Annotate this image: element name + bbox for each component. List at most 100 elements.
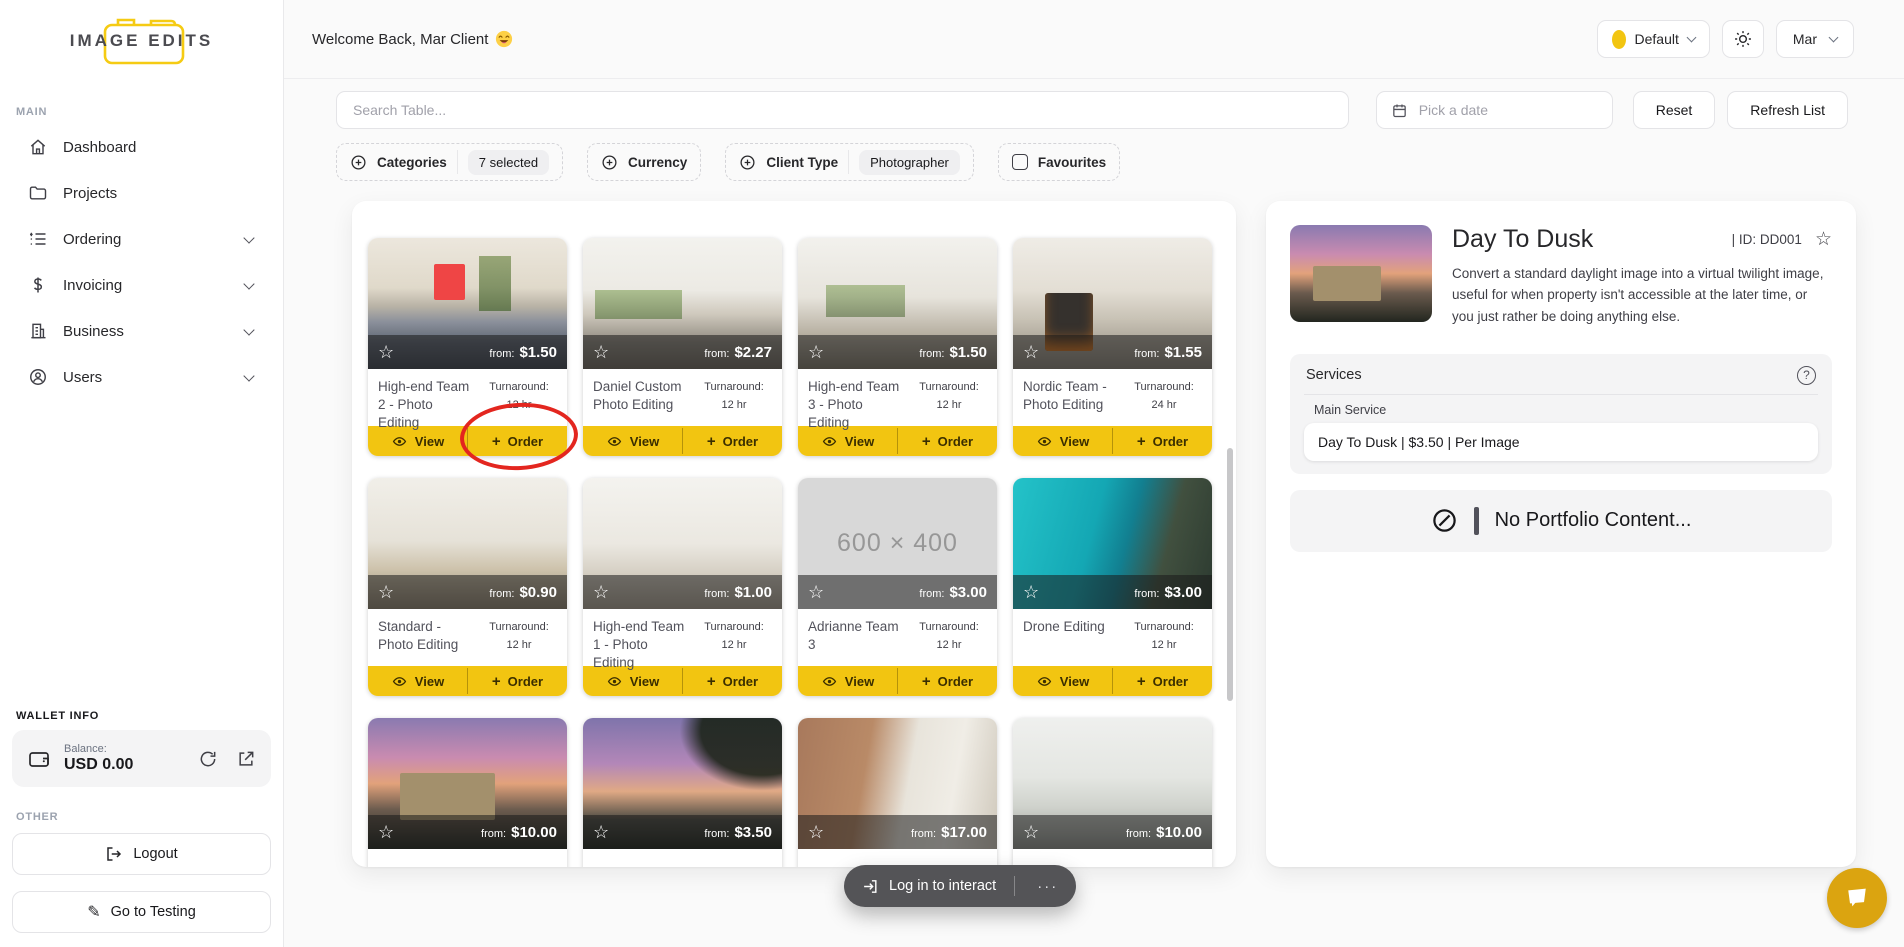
service-card-9[interactable]: ☆from:$10.00View+Order xyxy=(368,718,567,867)
login-to-interact-pill[interactable]: Log in to interact ··· xyxy=(844,865,1076,907)
view-button[interactable]: View xyxy=(1013,666,1112,696)
view-button[interactable]: View xyxy=(1013,426,1112,456)
service-cards-grid: ☆from:$1.50High-end Team 2 - Photo Editi… xyxy=(352,201,1236,867)
turnaround-label: Turnaround: xyxy=(919,381,979,393)
service-card-3[interactable]: ☆from:$1.50High-end Team 3 - Photo Editi… xyxy=(798,238,997,456)
welcome-emoji xyxy=(495,30,513,48)
order-button[interactable]: +Order xyxy=(683,426,782,456)
favourite-star-icon[interactable]: ☆ xyxy=(593,583,609,601)
view-button[interactable]: View xyxy=(368,426,467,456)
search-input[interactable] xyxy=(336,91,1349,129)
grid-scrollbar[interactable] xyxy=(1227,448,1233,701)
order-button[interactable]: +Order xyxy=(468,666,567,696)
more-options-button[interactable]: ··· xyxy=(1029,878,1066,895)
view-button[interactable]: View xyxy=(583,426,682,456)
user-menu-dropdown[interactable]: Mar xyxy=(1776,20,1854,58)
view-button[interactable]: View xyxy=(798,426,897,456)
favourite-star-icon[interactable]: ☆ xyxy=(1815,230,1832,249)
filter-chip-client-type[interactable]: Client TypePhotographer xyxy=(725,143,974,181)
service-card-10[interactable]: ☆from:$3.50View+Order xyxy=(583,718,782,867)
sidebar-item-invoicing[interactable]: Invoicing xyxy=(0,262,283,308)
price-value: $1.50 xyxy=(949,344,987,361)
turnaround-label: Turnaround: xyxy=(704,621,764,633)
sidebar-item-projects[interactable]: Projects xyxy=(0,170,283,216)
view-button[interactable]: View xyxy=(368,666,467,696)
favourite-star-icon[interactable]: ☆ xyxy=(378,583,394,601)
chat-launcher-button[interactable] xyxy=(1827,868,1887,928)
card-actions: View+Order xyxy=(1013,426,1212,456)
favourite-star-icon[interactable]: ☆ xyxy=(593,343,609,361)
filter-chip-favourites[interactable]: Favourites xyxy=(998,143,1120,181)
favourite-star-icon[interactable]: ☆ xyxy=(1023,343,1039,361)
sidebar-item-label: Projects xyxy=(63,185,267,202)
turnaround xyxy=(1126,858,1202,867)
reset-button[interactable]: Reset xyxy=(1633,91,1716,129)
service-card-7[interactable]: 600 × 400☆from:$3.00Adrianne Team 3Turna… xyxy=(798,478,997,696)
order-button[interactable]: +Order xyxy=(683,666,782,696)
favourite-star-icon[interactable]: ☆ xyxy=(378,823,394,841)
theme-selector-dropdown[interactable]: Default xyxy=(1597,20,1710,58)
turnaround: Turnaround:12 hr xyxy=(1126,618,1202,666)
service-title: High-end Team 2 - Photo Editing xyxy=(378,378,477,426)
service-card-12[interactable]: ☆from:$10.00View+Order xyxy=(1013,718,1212,867)
main-service-value[interactable]: Day To Dusk | $3.50 | Per Image xyxy=(1304,423,1818,461)
view-label: View xyxy=(630,434,659,449)
order-button[interactable]: +Order xyxy=(898,426,997,456)
date-picker-input[interactable]: Pick a date xyxy=(1376,91,1613,129)
price-badge: from:$3.00 xyxy=(1134,584,1202,601)
service-photo: ☆from:$1.50 xyxy=(368,238,567,369)
question-circle-icon[interactable]: ? xyxy=(1797,366,1816,385)
service-card-8[interactable]: ☆from:$3.00Drone EditingTurnaround:12 hr… xyxy=(1013,478,1212,696)
photo-overlay: ☆from:$0.90 xyxy=(368,575,567,609)
order-label: Order xyxy=(508,434,543,449)
sidebar-item-ordering[interactable]: Ordering xyxy=(0,216,283,262)
refresh-list-button[interactable]: Refresh List xyxy=(1727,91,1848,129)
turnaround-label: Turnaround: xyxy=(489,381,549,393)
order-button[interactable]: +Order xyxy=(1113,426,1212,456)
go-to-testing-button[interactable]: ✎ Go to Testing xyxy=(12,891,271,933)
filter-chip-currency[interactable]: Currency xyxy=(587,143,701,181)
order-button[interactable]: +Order xyxy=(898,666,997,696)
sidebar-item-dashboard[interactable]: Dashboard xyxy=(0,124,283,170)
service-card-2[interactable]: ☆from:$2.27Daniel Custom Photo EditingTu… xyxy=(583,238,782,456)
pencil-icon: ✎ xyxy=(87,902,100,922)
order-button[interactable]: +Order xyxy=(1113,666,1212,696)
filter-chip-badge: 7 selected xyxy=(468,150,549,175)
photo-overlay: ☆from:$10.00 xyxy=(1013,815,1212,849)
service-card-4[interactable]: ☆from:$1.55Nordic Team - Photo EditingTu… xyxy=(1013,238,1212,456)
logo[interactable]: IMAGE EDITS xyxy=(62,12,222,70)
view-button[interactable]: View xyxy=(583,666,682,696)
favourite-star-icon[interactable]: ☆ xyxy=(378,343,394,361)
favourite-star-icon[interactable]: ☆ xyxy=(808,823,824,841)
service-card-6[interactable]: ☆from:$1.00High-end Team 1 - Photo Editi… xyxy=(583,478,782,696)
favourite-star-icon[interactable]: ☆ xyxy=(808,343,824,361)
card-info: Adrianne Team 3Turnaround:12 hr xyxy=(798,609,997,666)
theme-color-swatch-icon xyxy=(1612,30,1626,49)
favourite-star-icon[interactable]: ☆ xyxy=(808,583,824,601)
external-link-icon[interactable] xyxy=(236,749,256,769)
theme-toggle-button[interactable] xyxy=(1722,20,1764,58)
balance-value: USD 0.00 xyxy=(64,756,133,774)
favourite-star-icon[interactable]: ☆ xyxy=(1023,583,1039,601)
filter-chip-categories[interactable]: Categories7 selected xyxy=(336,143,563,181)
service-card-1[interactable]: ☆from:$1.50 High-end Team 2 - Photo Editi… xyxy=(368,238,567,456)
logout-button[interactable]: Logout xyxy=(12,833,271,875)
refresh-icon[interactable] xyxy=(198,749,218,769)
price-value: $2.27 xyxy=(734,344,772,361)
price-prefix: from: xyxy=(1126,828,1151,840)
service-card-11[interactable]: ☆from:$17.00View+Order xyxy=(798,718,997,867)
service-photo: 600 × 400☆from:$3.00 xyxy=(798,478,997,609)
logout-label: Logout xyxy=(133,846,177,862)
favourite-star-icon[interactable]: ☆ xyxy=(1023,823,1039,841)
app-root: IMAGE EDITS MAIN DashboardProjectsOrderi… xyxy=(0,0,1904,947)
favourite-star-icon[interactable]: ☆ xyxy=(593,823,609,841)
turnaround: Turnaround:24 hr xyxy=(1126,378,1202,426)
sidebar-item-business[interactable]: Business xyxy=(0,308,283,354)
service-card-5[interactable]: ☆from:$0.90Standard - Photo EditingTurna… xyxy=(368,478,567,696)
sidebar-bottom: WALLET INFO Balance: USD 0.00 xyxy=(0,710,283,947)
price-value: $3.50 xyxy=(734,824,772,841)
main-service-label: Main Service xyxy=(1314,403,1818,417)
view-button[interactable]: View xyxy=(798,666,897,696)
sidebar-item-users[interactable]: Users xyxy=(0,354,283,400)
order-button[interactable]: +Order xyxy=(468,426,567,456)
